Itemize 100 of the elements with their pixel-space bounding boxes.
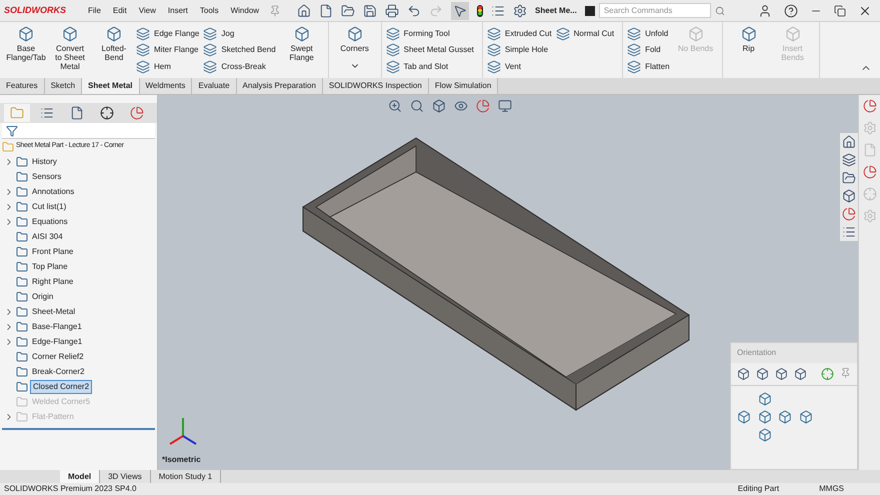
tree-item[interactable]: Edge-Flange1 bbox=[30, 336, 84, 348]
ribbon-button[interactable]: Miter Flange bbox=[136, 42, 200, 58]
bottom-tab[interactable]: Model bbox=[60, 470, 100, 483]
home-icon[interactable] bbox=[842, 135, 856, 149]
settings-icon[interactable] bbox=[513, 4, 528, 18]
tree-item[interactable]: Annotations bbox=[30, 186, 76, 198]
box-icon bbox=[62, 26, 78, 42]
ribbon-button[interactable]: Sketched Bend bbox=[203, 42, 276, 58]
status-text: Editing Part bbox=[738, 483, 780, 495]
units-label[interactable]: MMGS bbox=[819, 483, 844, 495]
ribbon-button[interactable]: Forming Tool bbox=[386, 26, 474, 41]
ribbon-tab[interactable]: Features bbox=[0, 78, 45, 94]
box-icon bbox=[106, 26, 122, 42]
tree-item[interactable]: History bbox=[30, 156, 59, 168]
ribbon-tab[interactable]: Flow Simulation bbox=[428, 78, 498, 94]
layers-icon bbox=[203, 43, 218, 57]
menu-item[interactable]: View bbox=[136, 4, 158, 16]
cube-view-icon[interactable] bbox=[778, 410, 792, 424]
layers-icon bbox=[203, 26, 218, 40]
bottom-tab[interactable]: Motion Study 1 bbox=[150, 470, 222, 483]
open-folder-icon[interactable] bbox=[341, 4, 356, 18]
ribbon-button[interactable]: Corners bbox=[332, 22, 377, 78]
ribbon-button[interactable]: Rip bbox=[726, 22, 771, 78]
layers-icon bbox=[386, 60, 400, 74]
ribbon-button[interactable]: Extruded Cut bbox=[486, 26, 552, 41]
view-name-label: *Isometric bbox=[162, 454, 201, 466]
filter-field[interactable] bbox=[2, 123, 155, 139]
view-tool-icon[interactable] bbox=[794, 367, 807, 381]
explorer-icon[interactable] bbox=[842, 171, 856, 185]
print-icon[interactable] bbox=[385, 4, 400, 18]
cursor-icon[interactable] bbox=[453, 4, 468, 18]
ribbon-button[interactable]: Unfold bbox=[627, 26, 670, 41]
tree-item[interactable]: AISI 304 bbox=[30, 230, 65, 242]
cube-view-icon[interactable] bbox=[758, 428, 772, 442]
bottom-tab[interactable]: 3D Views bbox=[100, 470, 151, 483]
view-tool-icon[interactable] bbox=[737, 367, 750, 381]
display-icon[interactable] bbox=[498, 99, 512, 113]
tree-item[interactable]: Sheet-Metal bbox=[30, 306, 78, 318]
ribbon-tab[interactable]: Evaluate bbox=[192, 78, 237, 94]
tree-item[interactable]: Base-Flange1 bbox=[30, 320, 84, 332]
layers-icon bbox=[556, 26, 570, 40]
ribbon-tab[interactable]: Weldments bbox=[140, 78, 192, 94]
tree-item[interactable]: Closed Corner2 bbox=[30, 380, 92, 394]
ribbon-button[interactable]: Lofted-Bend bbox=[92, 22, 136, 78]
ribbon-button[interactable]: Tab and Slot bbox=[386, 59, 474, 74]
box-icon bbox=[688, 26, 704, 42]
ribbon-button[interactable]: Cross-Break bbox=[203, 59, 276, 74]
tree-item[interactable]: Equations bbox=[30, 216, 70, 228]
ribbon-tab[interactable]: SOLIDWORKS Inspection bbox=[322, 78, 429, 94]
home-icon[interactable] bbox=[297, 4, 312, 18]
cube-view-icon[interactable] bbox=[758, 410, 772, 424]
zoom-area-icon[interactable] bbox=[410, 99, 424, 113]
user-icon[interactable] bbox=[758, 4, 772, 18]
layers-icon bbox=[136, 60, 150, 74]
ribbon-tab[interactable]: Sketch bbox=[44, 78, 82, 94]
tree-item[interactable]: Cut list(1) bbox=[30, 200, 68, 212]
view-tool-icon[interactable] bbox=[756, 367, 769, 381]
tree-item[interactable]: Front Plane bbox=[30, 246, 76, 258]
ribbon-button[interactable]: Sheet Metal Gusset bbox=[386, 42, 474, 58]
ribbon-button[interactable]: Flatten bbox=[627, 59, 670, 74]
tree-item[interactable]: Break-Corner2 bbox=[30, 366, 86, 378]
cube-view-icon[interactable] bbox=[758, 392, 772, 406]
cube-view-icon[interactable] bbox=[737, 410, 751, 424]
tree-item[interactable]: Right Plane bbox=[30, 276, 76, 288]
cube-view-icon[interactable] bbox=[798, 410, 812, 424]
ribbon-button[interactable]: Normal Cut bbox=[556, 26, 614, 41]
ribbon-button[interactable]: Vent bbox=[486, 59, 552, 74]
tree-item[interactable]: Sensors bbox=[30, 170, 64, 182]
new-file-icon[interactable] bbox=[319, 4, 334, 18]
tree-item[interactable]: Corner Relief2 bbox=[30, 350, 86, 362]
ribbon-tab[interactable]: Sheet Metal bbox=[82, 78, 140, 94]
ribbon-button[interactable]: Swept Flange bbox=[280, 22, 324, 78]
ribbon-tab[interactable]: Analysis Preparation bbox=[236, 78, 323, 94]
zoom-icon[interactable] bbox=[388, 99, 402, 113]
view-tool-icon[interactable] bbox=[774, 367, 788, 381]
ribbon-button[interactable]: Base Flange/Tab bbox=[4, 22, 48, 78]
ribbon-button[interactable]: Convert to Sheet Metal bbox=[48, 22, 92, 78]
ribbon-button[interactable]: Fold bbox=[627, 42, 670, 58]
hide-show-icon[interactable] bbox=[454, 99, 468, 113]
layers-icon bbox=[627, 60, 642, 74]
ribbon-button[interactable]: Hem bbox=[136, 59, 200, 74]
part-icon bbox=[2, 140, 14, 152]
help-icon[interactable] bbox=[784, 4, 798, 18]
menu-item[interactable]: Insert bbox=[166, 4, 190, 16]
ribbon-button[interactable]: Simple Hole bbox=[486, 42, 552, 58]
search-icon[interactable] bbox=[714, 6, 725, 16]
box-icon bbox=[784, 26, 801, 42]
tree-item[interactable]: Top Plane bbox=[30, 260, 70, 272]
save-icon[interactable] bbox=[363, 4, 378, 18]
tree-item[interactable]: Origin bbox=[30, 290, 56, 302]
traffic-light-icon[interactable] bbox=[477, 4, 484, 16]
menu-item[interactable]: Tools bbox=[198, 4, 221, 16]
menu-item[interactable]: Edit bbox=[110, 4, 129, 16]
ribbon-button[interactable]: Jog bbox=[203, 26, 276, 41]
search-field[interactable]: Search Commands bbox=[598, 3, 711, 18]
undo-icon[interactable] bbox=[407, 4, 422, 18]
restore-icon[interactable] bbox=[834, 4, 846, 16]
menu-item[interactable]: Window bbox=[228, 4, 262, 16]
ribbon-button[interactable]: Edge Flange bbox=[136, 26, 200, 41]
menu-item[interactable]: File bbox=[86, 4, 103, 16]
